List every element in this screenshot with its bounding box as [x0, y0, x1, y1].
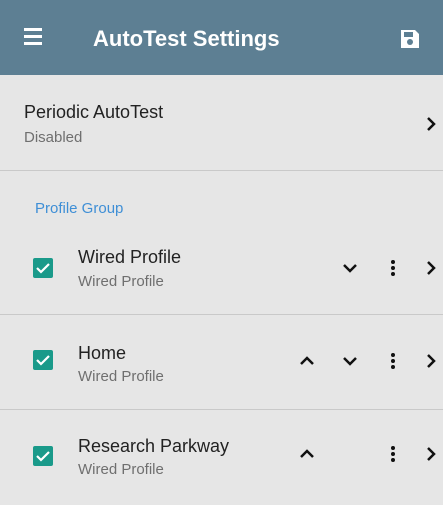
- more-vert-icon[interactable]: [383, 351, 403, 371]
- move-down-icon[interactable]: [340, 258, 360, 278]
- more-vert-icon[interactable]: [383, 444, 403, 464]
- profile-row-wired-profile[interactable]: Wired Profile Wired Profile: [0, 220, 443, 315]
- chevron-right-icon[interactable]: [424, 259, 438, 277]
- profile-type: Wired Profile: [78, 273, 164, 290]
- profile-type: Wired Profile: [78, 461, 164, 478]
- save-icon[interactable]: [399, 28, 421, 50]
- profile-row-home[interactable]: Home Wired Profile: [0, 315, 443, 410]
- menu-icon[interactable]: [24, 28, 48, 48]
- chevron-right-icon[interactable]: [424, 445, 438, 463]
- profile-row-research-parkway[interactable]: Research Parkway Wired Profile: [0, 410, 443, 505]
- app-bar: AutoTest Settings: [0, 0, 443, 75]
- page-title: AutoTest Settings: [93, 26, 280, 51]
- periodic-autotest-row[interactable]: Periodic AutoTest Disabled: [0, 75, 443, 171]
- periodic-autotest-label: Periodic AutoTest: [24, 102, 164, 122]
- profile-type: Wired Profile: [78, 368, 164, 385]
- profile-name: Home: [78, 343, 127, 363]
- profile-checkbox[interactable]: [33, 446, 53, 466]
- profile-name: Wired Profile: [78, 247, 182, 267]
- move-up-icon[interactable]: [297, 351, 317, 371]
- more-vert-icon[interactable]: [383, 258, 403, 278]
- profile-group-header: Profile Group: [35, 200, 124, 217]
- chevron-right-icon[interactable]: [424, 352, 438, 370]
- profile-name: Research Parkway: [78, 436, 230, 456]
- chevron-right-icon: [424, 115, 438, 133]
- move-down-icon[interactable]: [340, 351, 360, 371]
- move-up-icon[interactable]: [297, 444, 317, 464]
- profile-checkbox[interactable]: [33, 258, 53, 278]
- profile-checkbox[interactable]: [33, 350, 53, 370]
- periodic-autotest-value: Disabled: [24, 129, 83, 146]
